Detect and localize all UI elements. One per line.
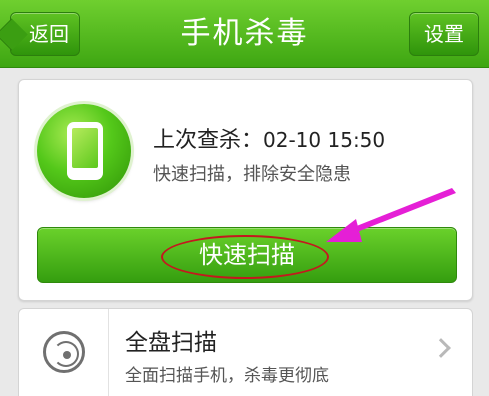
back-button[interactable]: 返回: [10, 12, 80, 56]
scan-status-card: 上次查杀：02-10 15:50 快速扫描，排除安全隐患 快速扫描: [18, 79, 473, 301]
scan-subtitle: 快速扫描，排除安全隐患: [153, 164, 351, 185]
last-scan-label: 上次查杀：: [153, 128, 264, 153]
full-scan-title: 全盘扫描: [125, 330, 217, 356]
full-scan-subtitle: 全面扫描手机，杀毒更彻底: [125, 366, 329, 386]
phone-status-icon: [37, 104, 131, 198]
radar-icon: [43, 331, 85, 373]
back-button-label: 返回: [29, 22, 69, 46]
chevron-right-icon: [431, 338, 451, 358]
quick-scan-label: 快速扫描: [199, 241, 295, 269]
settings-button[interactable]: 设置: [409, 12, 479, 56]
full-scan-icon-cell: [19, 309, 109, 396]
phone-icon: [67, 122, 103, 180]
phone-screen: [72, 128, 98, 168]
last-scan-line: 上次查杀：02-10 15:50: [153, 122, 385, 154]
last-scan-time: 02-10 15:50: [263, 128, 386, 152]
app-header: 手机杀毒 返回 设置: [0, 0, 489, 68]
quick-scan-button[interactable]: 快速扫描: [37, 227, 457, 283]
scan-options-list: 全盘扫描 全面扫描手机，杀毒更彻底: [18, 308, 473, 396]
